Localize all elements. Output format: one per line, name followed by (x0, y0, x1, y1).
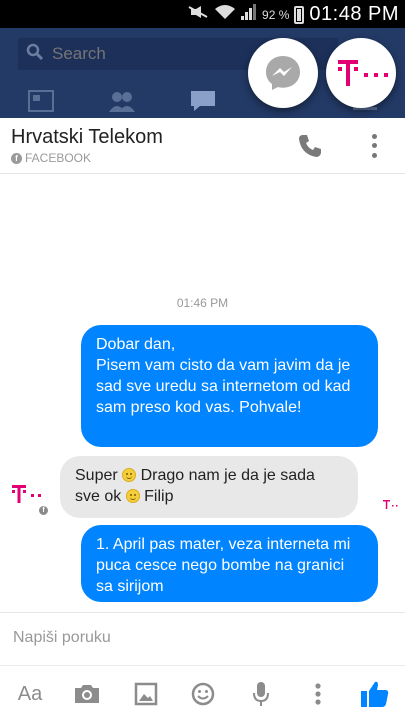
telekom-logo-icon (383, 500, 398, 509)
tab-friends[interactable] (81, 83, 162, 118)
camera-button[interactable] (72, 679, 102, 709)
message-input[interactable] (13, 623, 373, 653)
telekom-chat-head[interactable] (326, 38, 396, 108)
search-icon (26, 43, 44, 66)
more-icon (315, 683, 321, 705)
more-dot-icon (371, 152, 377, 158)
call-button[interactable] (296, 132, 326, 162)
tab-news-feed[interactable] (0, 83, 81, 118)
mute-icon (187, 4, 209, 25)
message-text: 1. April pas mater, veza interneta mi pu… (96, 536, 351, 595)
message-timestamp: 01:46 PM (176, 296, 229, 310)
message-composer: Aa (0, 612, 405, 720)
more-dot-icon (371, 143, 377, 149)
news-feed-icon (27, 89, 54, 112)
message-incoming[interactable]: Super Drago nam je da je sada sve ok Fil… (60, 456, 358, 518)
messenger-chat-head[interactable] (248, 38, 318, 108)
like-button[interactable] (358, 679, 392, 709)
chat-window: Hrvatski Telekom f FACEBOOK 01:46 PM Dob… (0, 118, 405, 720)
emoji-button[interactable] (188, 679, 218, 709)
tab-messages[interactable] (162, 83, 243, 118)
friends-icon (108, 91, 135, 112)
clock: 01:48 PM (309, 3, 399, 25)
more-dot-icon (371, 134, 377, 140)
signal-icon (241, 4, 257, 25)
image-icon (134, 682, 158, 706)
wifi-icon (214, 4, 236, 25)
emoji-icon (191, 682, 215, 706)
message-outgoing[interactable]: Dobar dan, Pisem vam cisto da vam javim … (81, 325, 378, 447)
facebook-icon: f (11, 152, 22, 164)
seen-indicator-avatar (382, 499, 400, 513)
text-format-button[interactable]: Aa (15, 679, 45, 709)
search-input[interactable] (52, 44, 252, 64)
battery-icon (294, 5, 305, 24)
message-outgoing[interactable]: 1. April pas mater, veza interneta mi pu… (81, 525, 378, 602)
camera-icon (75, 685, 99, 703)
smiley-emoji-icon (125, 489, 140, 503)
telekom-logo-icon (338, 60, 388, 86)
contact-source: f FACEBOOK (11, 151, 91, 165)
smiley-emoji-icon (122, 468, 137, 482)
message-text-part: Filip (139, 488, 174, 505)
more-options-button[interactable] (366, 132, 382, 160)
gallery-button[interactable] (131, 679, 161, 709)
phone-icon (299, 135, 321, 157)
message-text-part: Super (75, 467, 123, 484)
message-text: Dobar dan, Pisem vam cisto da vam javim … (96, 336, 351, 416)
more-actions-button[interactable] (308, 679, 328, 709)
messenger-icon (266, 56, 300, 90)
voice-button[interactable] (246, 679, 276, 709)
divider (0, 665, 405, 666)
status-bar: 92 % 01:48 PM (0, 0, 405, 28)
contact-source-label: FACEBOOK (25, 151, 92, 165)
microphone-icon (253, 682, 269, 706)
messages-icon (190, 90, 215, 111)
contact-name[interactable]: Hrvatski Telekom (11, 126, 163, 149)
thumbs-up-icon (361, 681, 389, 707)
messenger-badge-icon: f (37, 504, 50, 517)
battery-percent: 92 % (262, 7, 290, 22)
composer-toolbar: Aa (0, 673, 405, 717)
chat-header: Hrvatski Telekom f FACEBOOK (0, 118, 405, 174)
